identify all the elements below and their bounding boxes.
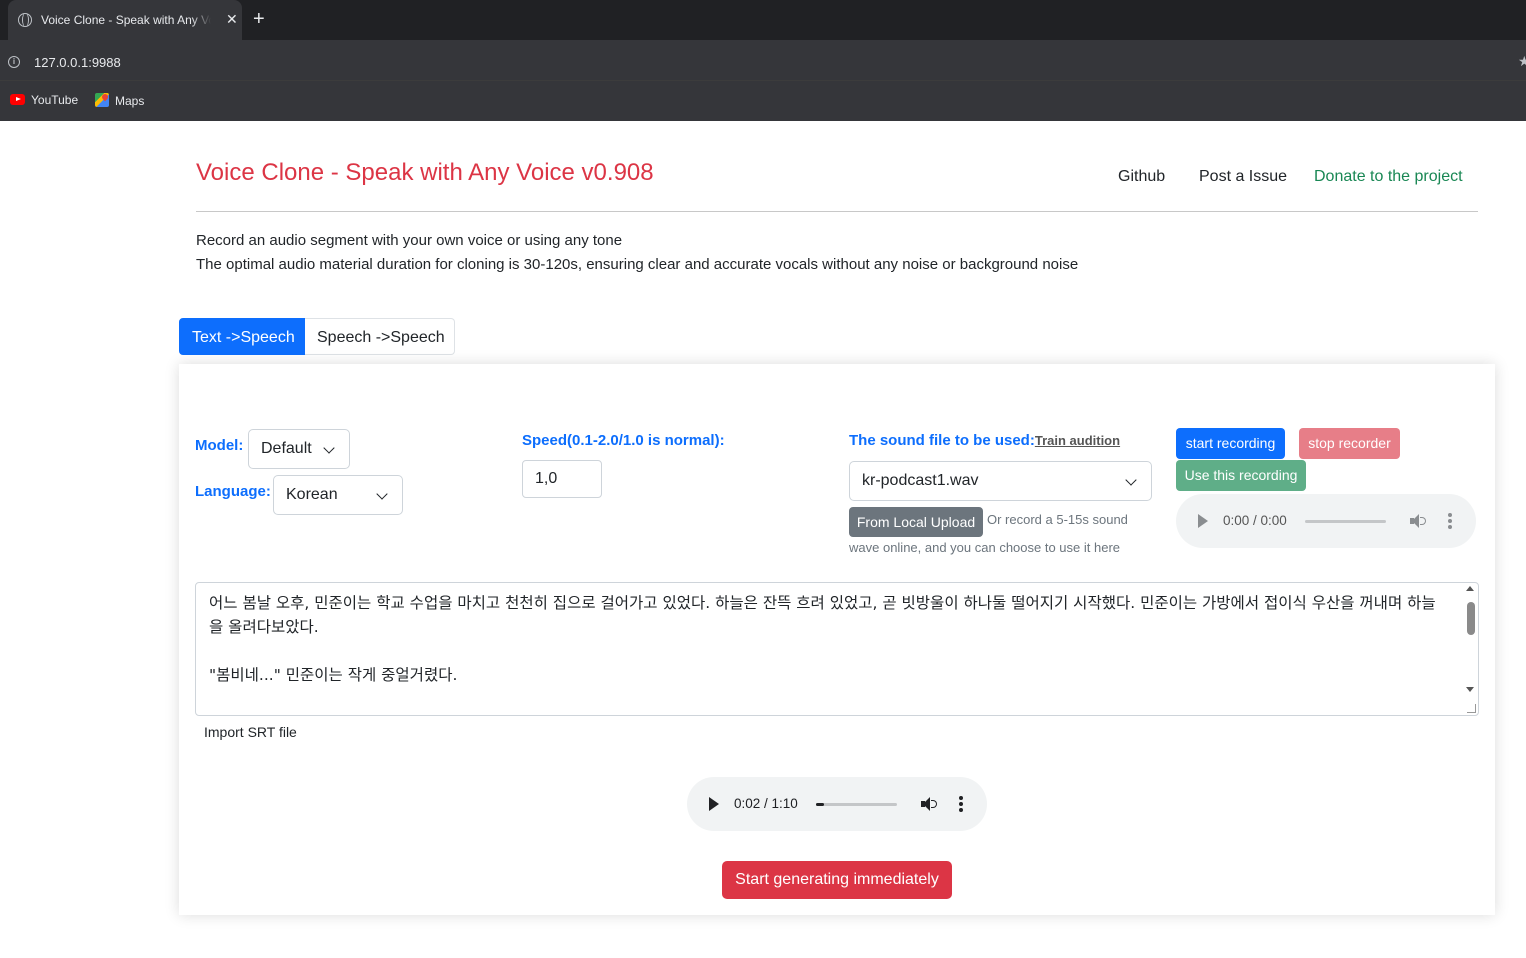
maps-icon	[95, 93, 109, 107]
nav-github-link[interactable]: Github	[1118, 168, 1165, 186]
speed-label: Speed(0.1-2.0/1.0 is normal):	[522, 432, 725, 449]
model-select-value: Default	[261, 440, 312, 457]
sound-file-label: The sound file to be used:Train audition	[849, 432, 1120, 449]
address-bar: i 127.0.0.1:9988 ★	[0, 40, 1526, 80]
play-icon[interactable]	[709, 797, 719, 811]
bookmarks-bar: YouTube Maps	[0, 80, 1526, 121]
sound-file-label-text: The sound file to be used:	[849, 432, 1035, 449]
page-title: Voice Clone - Speak with Any Voice v0.90…	[196, 159, 654, 186]
text-line: 어느 봄날 오후, 민준이는 학교 수업을 마치고 천천히 집으로 걸어가고 있…	[209, 594, 1436, 636]
more-options-icon[interactable]	[1448, 513, 1452, 529]
nav-donate-link[interactable]: Donate to the project	[1314, 168, 1463, 186]
model-select[interactable]: Default	[248, 429, 350, 469]
sound-file-select-value: kr-podcast1.wav	[862, 472, 979, 489]
info-icon[interactable]: i	[8, 56, 20, 68]
language-label: Language:	[195, 483, 271, 500]
speed-input[interactable]: 1,0	[522, 460, 602, 498]
language-select[interactable]: Korean	[273, 475, 403, 515]
play-icon[interactable]	[1198, 514, 1208, 528]
import-srt-button[interactable]: Import SRT file	[204, 724, 297, 740]
youtube-icon	[10, 94, 25, 105]
bookmark-youtube[interactable]: YouTube	[10, 93, 78, 107]
header-divider	[196, 211, 1478, 212]
browser-tab-title: Voice Clone - Speak with Any Voice v0.90…	[41, 13, 211, 27]
bookmark-star-icon[interactable]: ★	[1518, 53, 1526, 70]
recording-audio-player: 0:00 / 0:00	[1176, 494, 1476, 548]
train-audition-link[interactable]: Train audition	[1035, 433, 1120, 448]
bookmark-youtube-label: YouTube	[31, 93, 79, 107]
stop-recorder-button[interactable]: stop recorder	[1299, 428, 1400, 459]
chevron-down-icon	[1125, 474, 1137, 486]
scroll-down-icon[interactable]	[1466, 687, 1474, 692]
recording-time: 0:00 / 0:00	[1223, 513, 1287, 528]
language-select-value: Korean	[286, 486, 338, 503]
chevron-down-icon	[376, 488, 388, 500]
intro-line-1: Record an audio segment with your own vo…	[196, 232, 623, 249]
more-options-icon[interactable]	[959, 796, 963, 812]
url-field[interactable]: 127.0.0.1:9988	[34, 55, 121, 70]
result-seek-fill	[816, 803, 825, 806]
tab-speech-to-speech[interactable]: Speech ->Speech	[305, 318, 455, 355]
volume-icon[interactable]	[1410, 514, 1426, 528]
tab-text-to-speech[interactable]: Text ->Speech	[179, 318, 305, 355]
local-upload-button[interactable]: From Local Upload	[849, 507, 983, 537]
result-audio-player: 0:02 / 1:10	[687, 777, 987, 831]
resize-handle-icon[interactable]	[1467, 704, 1476, 713]
bookmark-maps[interactable]: Maps	[95, 93, 144, 108]
model-label: Model:	[195, 437, 244, 454]
result-time: 0:02 / 1:10	[734, 796, 798, 811]
upload-hint: Or record a 5-15s sound	[987, 512, 1128, 527]
text-input-area[interactable]: 어느 봄날 오후, 민준이는 학교 수업을 마치고 천천히 집으로 걸어가고 있…	[195, 582, 1479, 716]
close-icon[interactable]: ✕	[226, 11, 238, 27]
new-tab-icon[interactable]: +	[253, 8, 265, 30]
scrollbar-thumb[interactable]	[1467, 602, 1475, 635]
browser-tab[interactable]: Voice Clone - Speak with Any Voice v0.90…	[8, 0, 242, 40]
bookmark-maps-label: Maps	[115, 94, 145, 108]
upload-hint-continued: wave online, and you can choose to use i…	[849, 540, 1121, 555]
text-content: 어느 봄날 오후, 민준이는 학교 수업을 마치고 천천히 집으로 걸어가고 있…	[209, 591, 1449, 687]
start-generating-button[interactable]: Start generating immediately	[722, 861, 952, 899]
volume-icon[interactable]	[921, 797, 937, 811]
sound-file-select[interactable]: kr-podcast1.wav	[849, 461, 1152, 501]
result-seek-bar[interactable]	[816, 803, 897, 806]
nav-issue-link[interactable]: Post a Issue	[1199, 168, 1287, 186]
scroll-up-icon[interactable]	[1466, 586, 1474, 591]
globe-icon	[18, 13, 32, 27]
start-recording-button[interactable]: start recording	[1176, 428, 1285, 459]
browser-tab-bar: Voice Clone - Speak with Any Voice v0.90…	[0, 0, 1526, 40]
recording-seek-bar[interactable]	[1305, 520, 1386, 523]
text-line: "봄비네..." 민준이는 작게 중얼거렸다.	[209, 666, 458, 684]
intro-line-2: The optimal audio material duration for …	[196, 256, 1079, 273]
chevron-down-icon	[323, 442, 335, 454]
use-recording-button[interactable]: Use this recording	[1176, 460, 1306, 491]
